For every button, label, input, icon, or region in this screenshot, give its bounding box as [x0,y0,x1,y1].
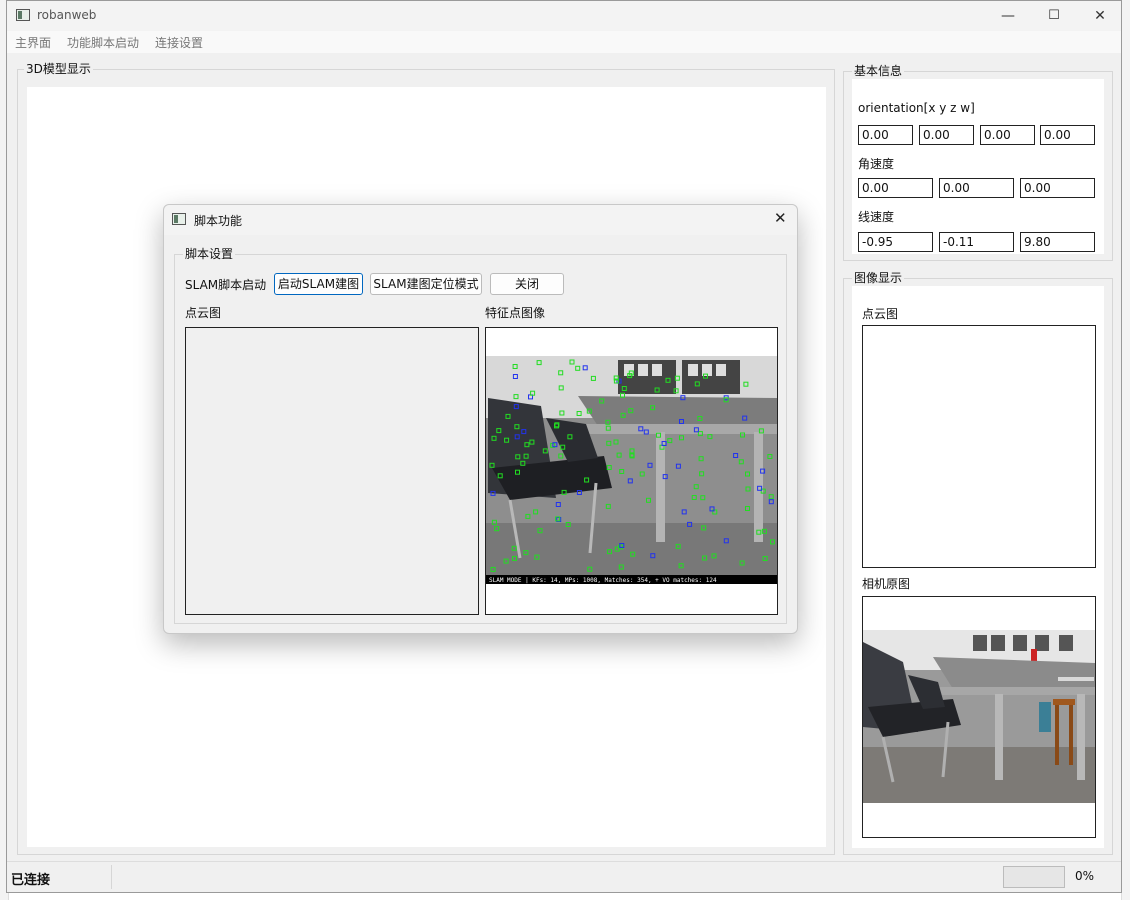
close-button[interactable]: ✕ [1077,5,1123,27]
menu-bar: 主界面 功能脚本启动 连接设置 [7,31,1121,53]
orientation-w-field[interactable]: 0.00 [1040,125,1095,145]
dialog-pointcloud-label: 点云图 [185,306,222,320]
connection-status: 已连接 [11,873,51,888]
progress-bar [1003,866,1065,888]
maximize-button[interactable]: ☐ [1031,5,1077,27]
dialog-close-icon[interactable]: ✕ [774,209,787,227]
feature-image-label: 特征点图像 [485,306,546,320]
minimize-button[interactable]: — [985,5,1031,27]
linear-velocity-label: 线速度 [858,210,895,224]
menu-main[interactable]: 主界面 [15,34,51,51]
image-display-group: 图像显示 点云图 相机原图 [843,271,1113,855]
angular-x-field[interactable]: 0.00 [858,178,933,198]
angular-velocity-label: 角速度 [858,157,895,171]
linear-z-field[interactable]: 9.80 [1020,232,1095,252]
pointcloud-view [862,325,1096,568]
dialog-title-bar: 脚本功能 ✕ [164,205,797,235]
status-bar: 已连接 0% [7,861,1121,892]
basic-info-title: 基本信息 [852,64,905,78]
linear-y-field[interactable]: -0.11 [939,232,1014,252]
start-slam-mapping-button[interactable]: 启动SLAM建图 [274,273,363,295]
orientation-z-field[interactable]: 0.00 [980,125,1035,145]
orientation-label: orientation[x y z w] [858,101,975,115]
dialog-close-button[interactable]: 关闭 [490,273,564,295]
menu-connection-settings[interactable]: 连接设置 [155,34,203,51]
title-bar: robanweb — ☐ ✕ [7,1,1121,31]
camera-raw-image [863,630,1095,803]
linear-x-field[interactable]: -0.95 [858,232,933,252]
script-settings-group: 脚本设置 SLAM脚本启动 启动SLAM建图 SLAM建图定位模式 关闭 点云图… [174,247,787,624]
basic-info-group: 基本信息 orientation[x y z w] 0.00 0.00 0.00… [843,64,1113,261]
script-settings-title: 脚本设置 [183,247,236,261]
camera-raw-view [862,596,1096,838]
background-window-right [1121,0,1130,900]
camera-raw-label: 相机原图 [862,577,911,591]
feature-image-view: SLAM MODE | KFs: 14, MPs: 1008, Matches:… [485,327,778,615]
orientation-x-field[interactable]: 0.00 [858,125,913,145]
script-function-dialog: 脚本功能 ✕ 脚本设置 SLAM脚本启动 启动SLAM建图 SLAM建图定位模式… [163,204,798,634]
model-display-title: 3D模型显示 [24,62,93,76]
angular-z-field[interactable]: 0.00 [1020,178,1095,198]
image-display-title: 图像显示 [852,271,905,285]
orientation-y-field[interactable]: 0.00 [919,125,974,145]
window-title: robanweb [37,8,97,22]
slam-localization-mode-button[interactable]: SLAM建图定位模式 [370,273,482,295]
slam-status-overlay: SLAM MODE | KFs: 14, MPs: 1008, Matches:… [489,577,717,584]
angular-y-field[interactable]: 0.00 [939,178,1014,198]
app-icon [16,9,30,21]
menu-script-launch[interactable]: 功能脚本启动 [67,34,139,51]
pointcloud-label: 点云图 [862,307,899,321]
dialog-app-icon [172,213,186,225]
dialog-pointcloud-view [185,327,479,615]
slam-script-label: SLAM脚本启动 [185,278,267,292]
feature-point-image: SLAM MODE | KFs: 14, MPs: 1008, Matches:… [486,356,777,584]
dialog-title: 脚本功能 [194,214,243,228]
status-divider [111,865,112,889]
progress-text: 0% [1075,869,1095,883]
